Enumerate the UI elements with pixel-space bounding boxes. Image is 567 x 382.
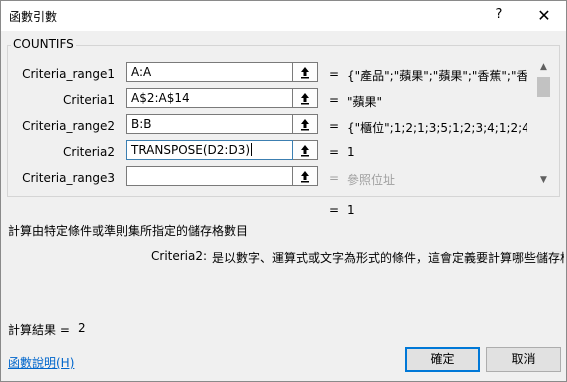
arg-label-criteria1: Criteria1 <box>63 93 115 107</box>
equals-sign: = <box>329 203 340 217</box>
arg-result-criteria2: 1 <box>347 145 355 159</box>
function-arguments-dialog: 函數引數 ? ✕ COUNTIFS Criteria_range1 A:A = … <box>0 0 567 382</box>
arg-result-criteria1: "蘋果" <box>347 95 383 109</box>
arg-result-criteria-range2: {"櫃位";1;2;1;3;5;1;2;3;4;1;2;4;5;0;0... <box>347 121 527 135</box>
equals-sign: = <box>329 145 340 159</box>
calc-result-label: 計算結果 = <box>8 323 70 337</box>
arg-label-criteria-range3: Criteria_range3 <box>22 171 115 185</box>
criteria1-input[interactable]: A$2:A$14 <box>126 88 293 108</box>
scroll-down-icon[interactable]: ▼ <box>535 172 552 189</box>
dialog-title: 函數引數 <box>9 10 58 24</box>
collapse-dialog-button[interactable] <box>293 62 318 82</box>
collapse-dialog-button[interactable] <box>293 166 318 186</box>
function-name: COUNTIFS <box>11 37 76 51</box>
equals-sign: = <box>329 171 340 185</box>
formula-result: 1 <box>347 203 355 217</box>
arg-label-criteria2: Criteria2 <box>63 145 115 159</box>
collapse-dialog-icon <box>301 145 309 157</box>
criteria-range3-input[interactable] <box>126 166 293 186</box>
collapse-dialog-icon <box>301 93 309 105</box>
cancel-button[interactable]: 取消 <box>486 347 561 372</box>
arg-result-criteria-range3: 參照位址 <box>347 173 396 187</box>
function-description: 計算由特定條件或準則集所指定的儲存格數目 <box>8 224 249 238</box>
ok-button[interactable]: 確定 <box>405 347 480 372</box>
criteria2-input[interactable]: TRANSPOSE(D2:D3) <box>126 140 293 160</box>
calc-result-value: 2 <box>78 321 86 335</box>
param-help-text: 是以數字、運算式或文字為形式的條件，這會定義要計算哪些儲存格 <box>212 251 564 265</box>
help-button[interactable]: ? <box>489 7 509 25</box>
function-help-link[interactable]: 函數說明(H) <box>8 354 74 371</box>
collapse-dialog-icon <box>301 119 309 131</box>
criteria-range1-input[interactable]: A:A <box>126 62 293 82</box>
collapse-dialog-button[interactable] <box>293 88 318 108</box>
arg-result-criteria-range1: {"產品";"蘋果";"蘋果";"香蕉";"香蕉"; <box>347 69 527 83</box>
collapse-dialog-icon <box>301 67 309 79</box>
equals-sign: = <box>329 67 340 81</box>
param-help-name: Criteria2: <box>151 249 208 263</box>
title-bar: 函數引數 ? ✕ <box>1 1 566 31</box>
collapse-dialog-button[interactable] <box>293 140 318 160</box>
text-caret <box>251 143 253 156</box>
equals-sign: = <box>329 93 340 107</box>
arguments-scrollbar[interactable]: ▲ ▼ <box>535 59 552 189</box>
criteria-range2-input[interactable]: B:B <box>126 114 293 134</box>
close-button[interactable]: ✕ <box>533 5 555 27</box>
collapse-dialog-icon <box>301 171 309 183</box>
collapse-dialog-button[interactable] <box>293 114 318 134</box>
equals-sign: = <box>329 119 340 133</box>
arg-label-criteria-range1: Criteria_range1 <box>22 67 115 81</box>
arg-label-criteria-range2: Criteria_range2 <box>22 119 115 133</box>
criteria2-input-text: TRANSPOSE(D2:D3) <box>131 143 251 157</box>
scroll-thumb[interactable] <box>537 77 550 97</box>
scroll-up-icon[interactable]: ▲ <box>535 59 552 76</box>
